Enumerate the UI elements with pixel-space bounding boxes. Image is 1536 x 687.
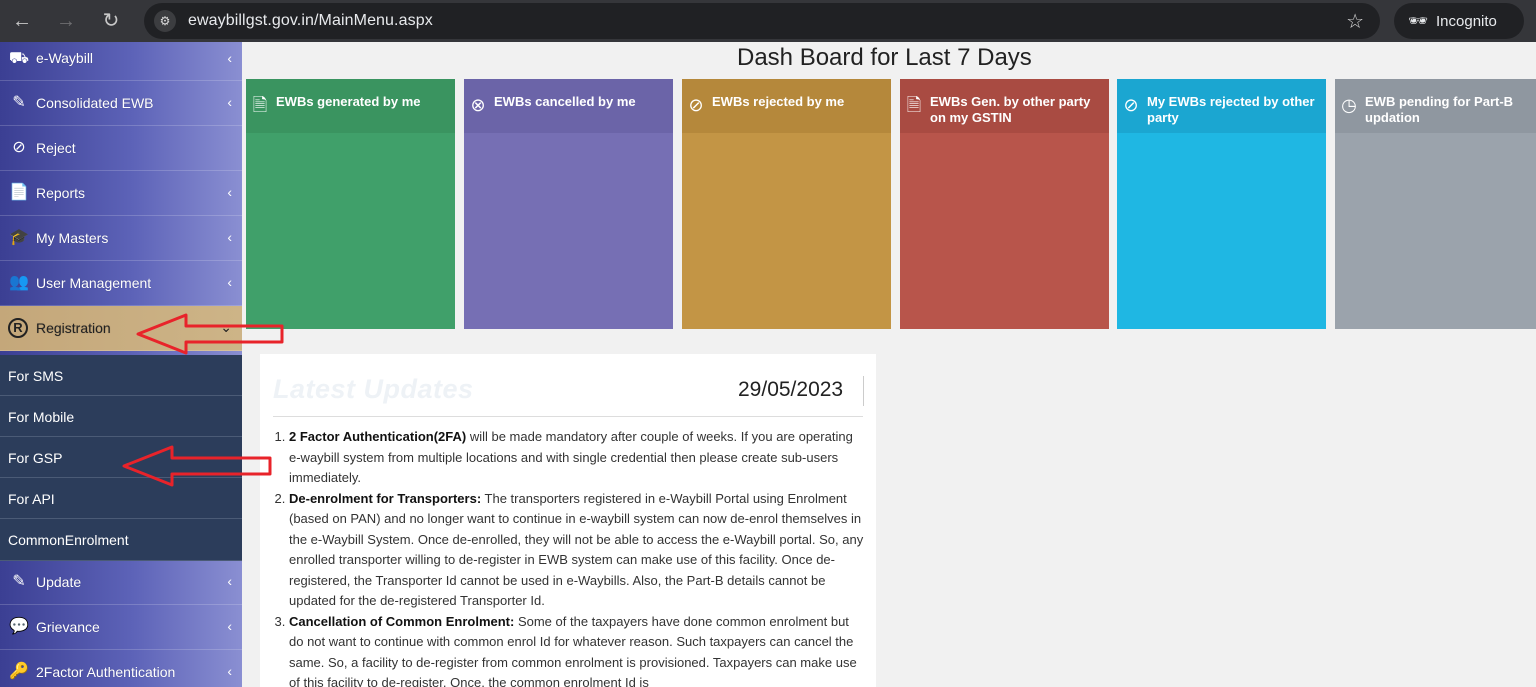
tile-ewb-pending-part-b[interactable]: ◷ EWB pending for Part-B updation bbox=[1335, 79, 1536, 329]
tile-label: EWB pending for Part-B updation bbox=[1365, 94, 1514, 125]
divider bbox=[273, 416, 863, 417]
chevron-left-icon: ‹ bbox=[227, 50, 232, 66]
sidebar: ⛟ e-Waybill ‹ ✎ Consolidated EWB ‹ ⊘ Rej… bbox=[0, 42, 242, 687]
chevron-left-icon: ‹ bbox=[227, 94, 232, 110]
sidebar-item-label: 2Factor Authentication bbox=[36, 664, 176, 680]
clock-icon: ◷ bbox=[1341, 95, 1357, 115]
star-icon[interactable]: ☆ bbox=[1346, 9, 1364, 34]
ban-icon: ⊘ bbox=[12, 139, 26, 156]
sidebar-item-label: Update bbox=[36, 574, 82, 590]
sidebar-item-2factor-authentication[interactable]: 🔑 2Factor Authentication ‹ bbox=[0, 650, 242, 687]
incognito-icon: 🕶 bbox=[1408, 13, 1429, 30]
tile-ewbs-rejected[interactable]: ⊘ EWBs rejected by me bbox=[682, 79, 891, 329]
updates-list: 2 Factor Authentication(2FA) will be mad… bbox=[289, 427, 865, 687]
forward-arrow-icon[interactable]: → bbox=[52, 7, 80, 35]
sidebar-item-my-masters[interactable]: 🎓 My Masters ‹ bbox=[0, 216, 242, 261]
file-icon: 🗎 bbox=[252, 95, 268, 115]
incognito-label: Incognito bbox=[1436, 13, 1497, 30]
sidebar-item-label: Grievance bbox=[36, 619, 100, 635]
reload-icon[interactable]: ↻ bbox=[97, 7, 125, 35]
tile-header: 🗎 EWBs generated by me bbox=[246, 79, 455, 133]
sidebar-subitem-label: For Mobile bbox=[8, 409, 75, 425]
graduation-cap-icon: 🎓 bbox=[9, 229, 29, 246]
latest-updates-date: 29/05/2023 bbox=[738, 378, 844, 401]
tile-header: ⊘ EWBs rejected by me bbox=[682, 79, 891, 133]
cancel-circle-icon: ⊗ bbox=[470, 95, 486, 115]
chevron-left-icon: ‹ bbox=[227, 184, 232, 200]
edit-icon: ✎ bbox=[12, 94, 26, 111]
sidebar-item-consolidated-ewb[interactable]: ✎ Consolidated EWB ‹ bbox=[0, 81, 242, 126]
users-icon: 👥 bbox=[9, 274, 29, 291]
sidebar-item-reports[interactable]: 📄 Reports ‹ bbox=[0, 171, 242, 216]
sidebar-item-label: My Masters bbox=[36, 230, 109, 246]
url-text[interactable]: ewaybillgst.gov.in/MainMenu.aspx bbox=[188, 12, 433, 30]
chevron-left-icon: ‹ bbox=[227, 573, 232, 589]
file-icon: 📄 bbox=[9, 184, 29, 201]
registered-icon: R bbox=[8, 318, 28, 338]
update-item: 2 Factor Authentication(2FA) will be mad… bbox=[289, 427, 865, 489]
latest-updates-title: Latest Updates bbox=[273, 374, 474, 404]
latest-updates-panel: Latest Updates 29/05/2023 2 Factor Authe… bbox=[260, 354, 876, 687]
chevron-left-icon: ‹ bbox=[227, 274, 232, 290]
sidebar-item-reject[interactable]: ⊘ Reject bbox=[0, 126, 242, 171]
sidebar-item-label: e-Waybill bbox=[36, 50, 94, 66]
sidebar-item-update[interactable]: ✎ Update ‹ bbox=[0, 560, 242, 605]
sidebar-item-label: Reject bbox=[36, 140, 76, 156]
dashboard-title: Dash Board for Last 7 Days bbox=[737, 44, 1032, 71]
update-heading: De-enrolment for Transporters: bbox=[289, 490, 482, 506]
sidebar-item-label: User Management bbox=[36, 275, 152, 291]
browser-toolbar: ← → ↻ ⚙ ewaybillgst.gov.in/MainMenu.aspx… bbox=[0, 0, 1536, 42]
tile-ewbs-gen-by-other-party[interactable]: 🗎 EWBs Gen. by other party on my GSTIN bbox=[900, 79, 1109, 329]
update-heading: 2 Factor Authentication(2FA) bbox=[289, 429, 467, 444]
sidebar-subitem-for-sms[interactable]: For SMS bbox=[0, 355, 242, 396]
update-item: De-enrolment for Transporters: The trans… bbox=[289, 489, 865, 612]
ban-icon: ⊘ bbox=[1123, 95, 1139, 115]
file-icon: 🗎 bbox=[906, 95, 922, 115]
sidebar-subitem-label: For SMS bbox=[8, 368, 64, 384]
annotation-arrow-registration bbox=[136, 313, 284, 355]
ban-icon: ⊘ bbox=[688, 95, 704, 115]
incognito-badge[interactable]: 🕶 Incognito bbox=[1394, 3, 1524, 39]
tile-my-ewbs-rejected-by-other[interactable]: ⊘ My EWBs rejected by other party bbox=[1117, 79, 1326, 329]
sidebar-item-e-waybill[interactable]: ⛟ e-Waybill ‹ bbox=[0, 42, 242, 81]
truck-icon: ⛟ bbox=[8, 50, 30, 67]
tile-header: 🗎 EWBs Gen. by other party on my GSTIN bbox=[900, 79, 1109, 133]
update-item: Cancellation of Common Enrolment: Some o… bbox=[289, 612, 865, 687]
site-info-icon[interactable]: ⚙ bbox=[154, 10, 176, 32]
sidebar-item-label: Registration bbox=[36, 320, 111, 336]
annotation-arrow-for-gsp bbox=[122, 445, 272, 487]
sidebar-subitem-label: CommonEnrolment bbox=[8, 532, 129, 548]
chevron-left-icon: ‹ bbox=[227, 618, 232, 634]
comments-icon: 💬 bbox=[9, 618, 29, 635]
divider bbox=[863, 376, 864, 406]
sidebar-item-label: Consolidated EWB bbox=[36, 95, 154, 111]
update-heading: Cancellation of Common Enrolment: bbox=[289, 613, 515, 629]
tile-ewbs-generated[interactable]: 🗎 EWBs generated by me bbox=[246, 79, 455, 329]
tile-header: ⊗ EWBs cancelled by me bbox=[464, 79, 673, 133]
sidebar-subitem-for-mobile[interactable]: For Mobile bbox=[0, 396, 242, 437]
sidebar-item-label: Reports bbox=[36, 185, 86, 201]
tile-header: ◷ EWB pending for Part-B updation bbox=[1335, 79, 1536, 133]
tile-label: EWBs generated by me bbox=[276, 94, 421, 109]
chevron-left-icon: ‹ bbox=[227, 229, 232, 245]
update-text: The transporters registered in e-Waybill… bbox=[289, 490, 864, 609]
tile-label: EWBs cancelled by me bbox=[494, 94, 636, 109]
page-content: ⛟ e-Waybill ‹ ✎ Consolidated EWB ‹ ⊘ Rej… bbox=[0, 42, 1536, 687]
tile-label: My EWBs rejected by other party bbox=[1147, 94, 1315, 125]
back-arrow-icon[interactable]: ← bbox=[8, 7, 36, 35]
chevron-left-icon: ‹ bbox=[227, 663, 232, 679]
edit-icon: ✎ bbox=[12, 573, 26, 590]
tile-header: ⊘ My EWBs rejected by other party bbox=[1117, 79, 1326, 133]
tile-label: EWBs rejected by me bbox=[712, 94, 845, 109]
tile-label: EWBs Gen. by other party on my GSTIN bbox=[930, 94, 1091, 125]
tile-ewbs-cancelled[interactable]: ⊗ EWBs cancelled by me bbox=[464, 79, 673, 329]
sidebar-subitem-common-enrolment[interactable]: CommonEnrolment bbox=[0, 519, 242, 561]
key-icon: 🔑 bbox=[9, 663, 29, 680]
sidebar-item-grievance[interactable]: 💬 Grievance ‹ bbox=[0, 605, 242, 650]
sidebar-subitem-label: For GSP bbox=[8, 450, 63, 466]
sidebar-subitem-label: For API bbox=[8, 491, 55, 507]
sidebar-item-user-management[interactable]: 👥 User Management ‹ bbox=[0, 261, 242, 306]
address-bar[interactable]: ⚙ ewaybillgst.gov.in/MainMenu.aspx ☆ bbox=[144, 3, 1380, 39]
